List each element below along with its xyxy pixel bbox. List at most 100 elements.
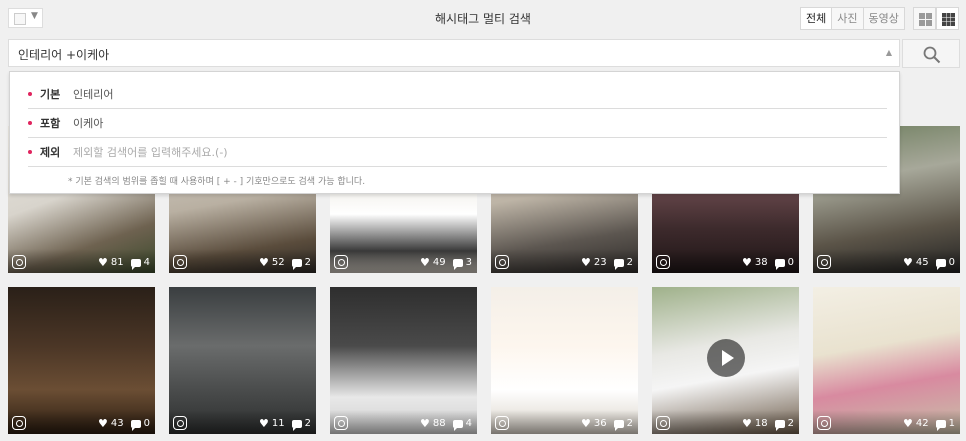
heart-icon: ♥ (581, 256, 591, 269)
photo-card[interactable]: ♥ 43 0 (8, 287, 155, 434)
filter-row-include: 포함 이케아 (28, 110, 887, 138)
like-count: 81 (110, 257, 124, 268)
instagram-icon (656, 416, 670, 430)
grid-large-icon (919, 13, 932, 26)
photo-meta-bar: ♥ 45 0 (813, 249, 960, 273)
comment-count: 0 (948, 257, 955, 268)
comment-count: 2 (626, 257, 633, 268)
photo-card[interactable]: ♥ 18 2 (652, 287, 799, 434)
comment-icon (291, 258, 302, 270)
dropdown-arrow-icon[interactable]: ▲ (886, 48, 892, 57)
bullet-icon (28, 150, 32, 154)
comment-count: 2 (787, 418, 794, 429)
comment-count: 2 (626, 418, 633, 429)
photo-stats: ♥ 45 0 (903, 256, 955, 270)
media-type-tabs: 전체 사진 동영상 (800, 7, 905, 30)
instagram-icon (334, 255, 348, 269)
photo-card[interactable]: ♥ 11 2 (169, 287, 316, 434)
tab-all[interactable]: 전체 (801, 8, 833, 29)
photo-meta-bar: ♥ 18 2 (652, 410, 799, 434)
comment-icon (613, 258, 624, 270)
photo-meta-bar: ♥ 42 1 (813, 410, 960, 434)
like-count: 42 (915, 418, 929, 429)
like-count: 45 (915, 257, 929, 268)
instagram-icon (173, 416, 187, 430)
comment-icon (130, 419, 141, 431)
photo-stats: ♥ 52 2 (259, 256, 311, 270)
play-video-icon[interactable] (707, 339, 745, 377)
grid-small-icon (942, 13, 955, 26)
instagram-icon (817, 416, 831, 430)
search-query-text[interactable]: 인테리어 +이케아 (18, 46, 109, 63)
comment-count: 3 (465, 257, 472, 268)
like-count: 49 (432, 257, 446, 268)
photo-stats: ♥ 42 1 (903, 417, 955, 431)
instagram-icon (334, 416, 348, 430)
photo-meta-bar: ♥ 81 4 (8, 249, 155, 273)
comment-icon (774, 419, 785, 431)
comment-count: 1 (948, 418, 955, 429)
instagram-icon (495, 255, 509, 269)
instagram-icon (12, 255, 26, 269)
grid-large-view-button[interactable] (913, 7, 936, 30)
instagram-icon (173, 255, 187, 269)
bullet-icon (28, 92, 32, 96)
like-count: 18 (754, 418, 768, 429)
filter-row-exclude: 제외 제외할 검색어를 입력해주세요.(-) (28, 139, 887, 167)
heart-icon: ♥ (259, 417, 269, 430)
top-bar: ▼ 해시태그 멀티 검색 전체 사진 동영상 (0, 0, 966, 36)
search-icon (923, 46, 941, 64)
hashtag-search-input[interactable]: 인테리어 +이케아 ▲ (8, 39, 900, 67)
comment-count: 2 (304, 257, 311, 268)
photo-stats: ♥ 43 0 (98, 417, 150, 431)
comment-count: 2 (304, 418, 311, 429)
like-count: 52 (271, 257, 285, 268)
photo-meta-bar: ♥ 11 2 (169, 410, 316, 434)
comment-icon (130, 258, 141, 270)
filter-help-note: * 기본 검색의 범위를 좁힐 때 사용하며 [ + - ] 기호만으로도 검색… (68, 177, 366, 187)
photo-meta-bar: ♥ 88 4 (330, 410, 477, 434)
tab-photo[interactable]: 사진 (832, 8, 864, 29)
heart-icon: ♥ (742, 256, 752, 269)
filter-row-basic: 기본 인테리어 (28, 81, 887, 109)
photo-stats: ♥ 81 4 (98, 256, 150, 270)
tab-video[interactable]: 동영상 (864, 8, 904, 29)
photo-card[interactable]: ♥ 42 1 (813, 287, 960, 434)
photo-card[interactable]: ♥ 88 4 (330, 287, 477, 434)
photo-stats: ♥ 38 0 (742, 256, 794, 270)
like-count: 43 (110, 418, 124, 429)
heart-icon: ♥ (259, 256, 269, 269)
heart-icon: ♥ (903, 417, 913, 430)
photo-meta-bar: ♥ 49 3 (330, 249, 477, 273)
heart-icon: ♥ (581, 417, 591, 430)
search-filter-panel: 기본 인테리어 포함 이케아 제외 제외할 검색어를 입력해주세요.(-) * … (9, 71, 900, 194)
comment-count: 4 (465, 418, 472, 429)
heart-icon: ♥ (420, 256, 430, 269)
heart-icon: ♥ (903, 256, 913, 269)
exclude-keyword-input[interactable]: 제외할 검색어를 입력해주세요.(-) (73, 144, 228, 160)
photo-stats: ♥ 11 2 (259, 417, 311, 431)
filter-label: 제외 (40, 146, 61, 159)
photo-stats: ♥ 88 4 (420, 417, 472, 431)
filter-label: 기본 (40, 88, 61, 101)
photo-card[interactable]: ♥ 36 2 (491, 287, 638, 434)
photo-meta-bar: ♥ 36 2 (491, 410, 638, 434)
comment-icon (774, 258, 785, 270)
comment-icon (935, 258, 946, 270)
like-count: 11 (271, 418, 285, 429)
include-keyword-input[interactable]: 이케아 (73, 115, 103, 131)
photo-meta-bar: ♥ 23 2 (491, 249, 638, 273)
comment-icon (291, 419, 302, 431)
like-count: 88 (432, 418, 446, 429)
grid-small-view-button[interactable] (936, 7, 959, 30)
basic-keyword-input[interactable]: 인테리어 (73, 86, 113, 102)
heart-icon: ♥ (98, 256, 108, 269)
heart-icon: ♥ (98, 417, 108, 430)
photo-meta-bar: ♥ 43 0 (8, 410, 155, 434)
like-count: 36 (593, 418, 607, 429)
comment-icon (935, 419, 946, 431)
comment-icon (452, 419, 463, 431)
search-button[interactable] (902, 39, 960, 68)
instagram-icon (12, 416, 26, 430)
instagram-icon (817, 255, 831, 269)
